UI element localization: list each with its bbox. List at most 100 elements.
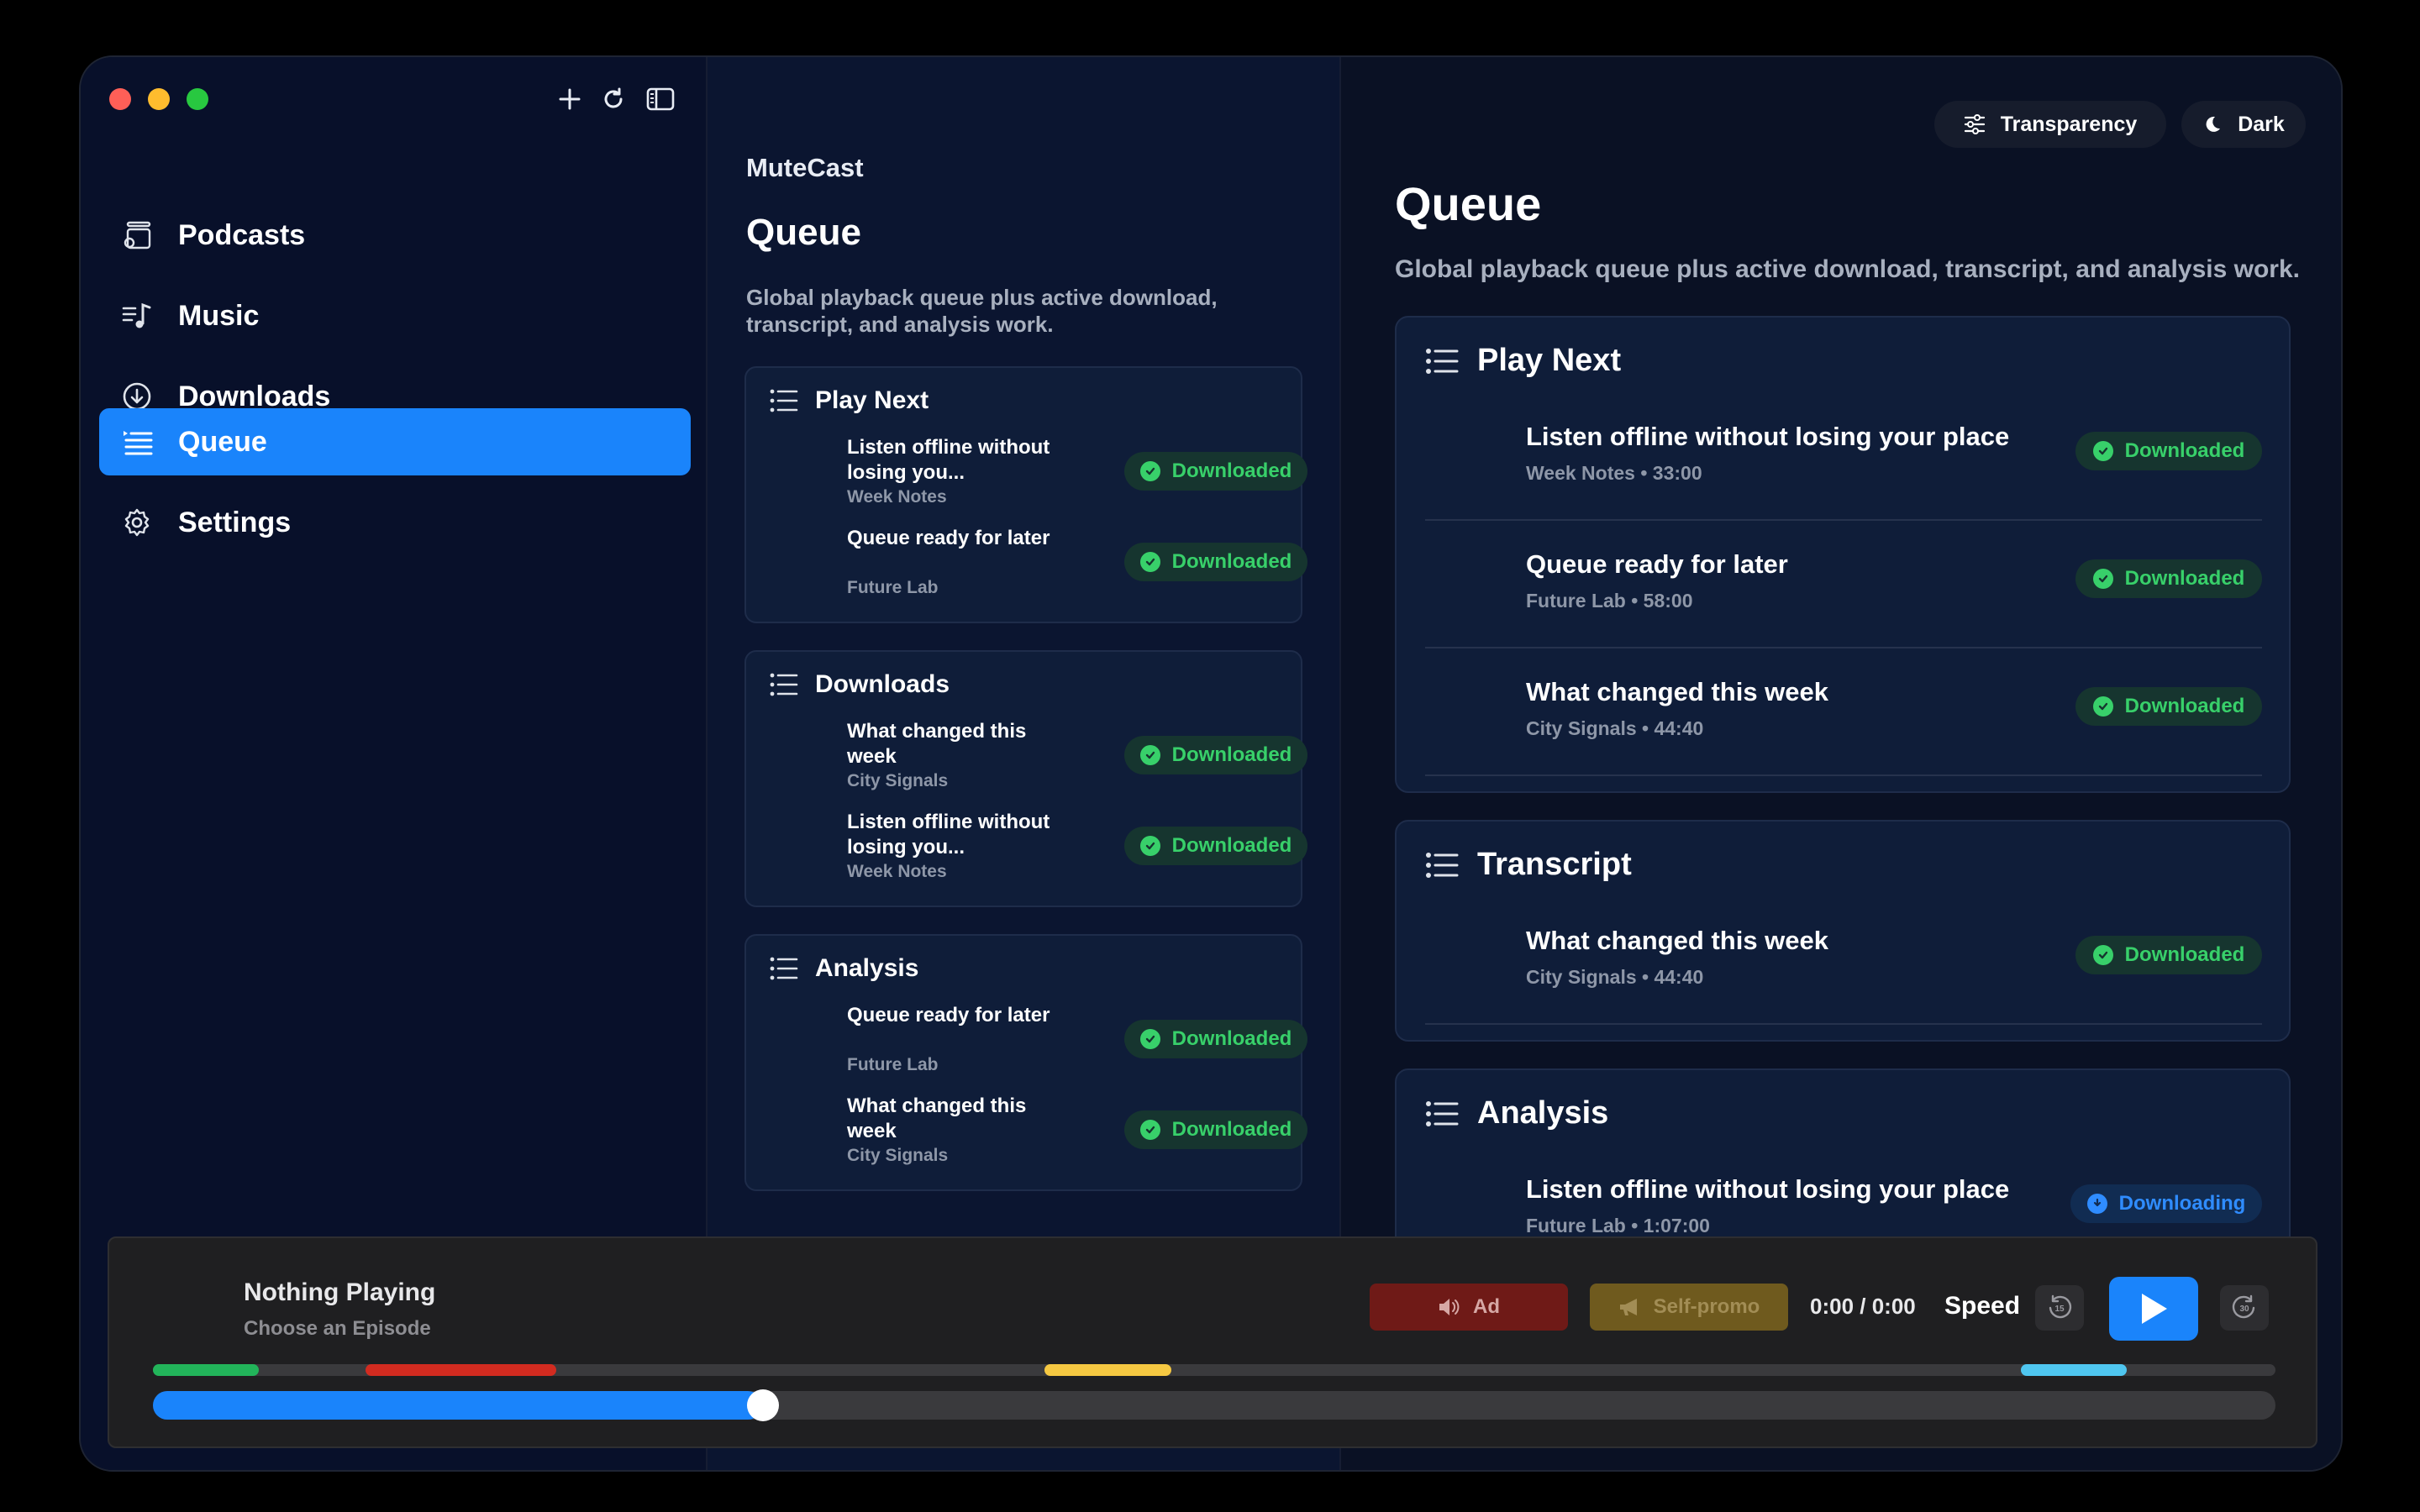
status-badge: Downloaded xyxy=(1124,452,1307,491)
status-badge: Downloaded xyxy=(1124,827,1307,865)
list-item[interactable]: Listen offline without losing you... Wee… xyxy=(746,435,1307,519)
page-description: Global playback queue plus active downlo… xyxy=(746,285,1218,337)
section-title: Analysis xyxy=(815,954,919,982)
episode-title: Listen offline without losing you... xyxy=(847,436,1050,484)
list-icon xyxy=(1426,348,1459,374)
episode-subtitle: City Signals • 44:40 xyxy=(1526,966,1704,988)
now-playing-title: Nothing Playing xyxy=(244,1278,436,1306)
list-item[interactable]: What changed this week City Signals • 44… xyxy=(1425,897,2262,1025)
section-title: Play Next xyxy=(815,386,929,414)
sidebar-item-label: Music xyxy=(178,299,260,332)
list-icon xyxy=(1426,1100,1459,1126)
checkmark-icon xyxy=(1139,1029,1160,1049)
episode-subtitle: City Signals xyxy=(847,1146,949,1165)
section-header: Play Next xyxy=(770,386,929,415)
episode-title: Listen offline without losing your place xyxy=(1526,1174,2010,1204)
status-badge: Downloading xyxy=(2070,1184,2262,1223)
checkmark-icon xyxy=(2092,569,2113,589)
page-title: Queue xyxy=(746,212,861,253)
skip-back-button[interactable]: 15 xyxy=(2035,1285,2084,1331)
list-item[interactable]: Listen offline without losing your place… xyxy=(1425,393,2262,521)
sidebar-item-podcasts[interactable]: Podcasts xyxy=(99,202,691,269)
episode-title: Queue ready for later xyxy=(1526,549,1788,579)
episode-subtitle: Week Notes xyxy=(847,487,947,507)
segment-marker xyxy=(365,1364,556,1376)
episode-subtitle: Future Lab xyxy=(847,578,939,597)
sidebar-item-label: Settings xyxy=(178,506,292,538)
page-description: Global playback queue plus active downlo… xyxy=(1395,255,2300,283)
progress-knob[interactable] xyxy=(747,1389,780,1421)
sidebar-toggle-icon[interactable] xyxy=(644,82,677,116)
sidebar-item-music[interactable]: Music xyxy=(99,282,691,349)
episode-subtitle: Week Notes • 33:00 xyxy=(1526,462,1702,484)
list-item[interactable]: What changed this week City Signals • 44… xyxy=(1425,648,2262,776)
speaker-icon xyxy=(1438,1297,1461,1317)
checkmark-icon xyxy=(1139,552,1160,572)
list-item[interactable]: Queue ready for later Future Lab • 58:00… xyxy=(1425,521,2262,648)
episode-title: Queue ready for later xyxy=(847,1004,1050,1026)
status-badge: Downloaded xyxy=(1124,736,1307,774)
playback-time: 0:00 / 0:00 xyxy=(1810,1294,1916,1319)
section-card-transcript: Transcript What changed this week City S… xyxy=(1395,820,2291,1042)
minimize-window-button[interactable] xyxy=(148,88,170,110)
section-header: Transcript xyxy=(1425,847,1632,883)
progress-slider[interactable] xyxy=(153,1389,2275,1421)
transparency-button[interactable]: Transparency xyxy=(1934,101,2166,148)
episode-subtitle: Future Lab • 58:00 xyxy=(1526,590,1693,612)
music-icon xyxy=(121,300,153,332)
section-header: Play Next xyxy=(1425,343,1621,379)
checkmark-icon xyxy=(2092,696,2113,717)
list-item[interactable]: What changed this week City Signals Down… xyxy=(746,719,1307,803)
sidebar-item-queue[interactable]: Queue xyxy=(99,408,691,475)
play-button[interactable] xyxy=(2109,1277,2198,1341)
checkmark-icon xyxy=(1139,461,1160,481)
skip-ad-button[interactable]: Ad xyxy=(1370,1284,1568,1331)
refresh-icon[interactable] xyxy=(597,82,630,116)
player-bar: Nothing Playing Choose an Episode Ad Sel… xyxy=(108,1236,2317,1448)
episode-subtitle: Future Lab • 1:07:00 xyxy=(1526,1215,1710,1236)
segment-track xyxy=(153,1364,2275,1376)
segment-marker xyxy=(153,1364,260,1376)
sliders-icon xyxy=(1964,114,1986,134)
status-badge: Downloaded xyxy=(1124,543,1307,581)
zoom-window-button[interactable] xyxy=(187,88,208,110)
queue-icon xyxy=(121,426,153,458)
skip-self-promo-button[interactable]: Self-promo xyxy=(1590,1284,1788,1331)
episode-subtitle: Future Lab xyxy=(847,1055,939,1074)
megaphone-icon xyxy=(1618,1297,1642,1317)
list-icon xyxy=(770,957,798,980)
list-item[interactable]: Queue ready for later Future Lab Downloa… xyxy=(746,526,1307,610)
gear-icon xyxy=(121,507,153,538)
checkmark-icon xyxy=(1139,836,1160,856)
sidebar-item-settings[interactable]: Settings xyxy=(99,489,691,556)
status-badge: Downloaded xyxy=(2075,432,2262,470)
list-item[interactable]: What changed this week City Signals Down… xyxy=(746,1094,1307,1178)
play-icon xyxy=(2142,1294,2167,1324)
status-badge: Downloaded xyxy=(2075,936,2262,974)
page-title: Queue xyxy=(1395,177,1542,230)
list-icon xyxy=(770,673,798,696)
list-item[interactable]: Listen offline without losing you... Wee… xyxy=(746,810,1307,894)
now-playing-subtitle: Choose an Episode xyxy=(244,1317,431,1340)
app-title: MuteCast xyxy=(746,153,864,182)
list-item[interactable]: Queue ready for later Future Lab Downloa… xyxy=(746,1003,1307,1087)
skip-forward-button[interactable]: 30 xyxy=(2220,1285,2269,1331)
dark-mode-button[interactable]: Dark xyxy=(2181,101,2306,148)
section-card-analysis: Analysis Queue ready for later Future La… xyxy=(744,934,1307,1191)
episode-title: Listen offline without losing your place xyxy=(1526,422,2010,451)
svg-text:30: 30 xyxy=(2239,1305,2249,1314)
add-icon[interactable] xyxy=(553,82,587,116)
sidebar-item-label: Podcasts xyxy=(178,218,306,251)
progress-fill xyxy=(153,1391,763,1420)
section-title: Downloads xyxy=(815,670,950,698)
skip-forward-icon: 30 xyxy=(2232,1294,2255,1319)
list-icon xyxy=(770,389,798,412)
sidebar-item-label: Queue xyxy=(178,425,267,458)
segment-marker xyxy=(1044,1364,1172,1376)
episode-title: What changed this week xyxy=(1526,677,1829,706)
skip-back-icon: 15 xyxy=(2049,1294,2072,1319)
section-title: Analysis xyxy=(1477,1095,1609,1131)
close-window-button[interactable] xyxy=(109,88,131,110)
speed-button[interactable]: Speed xyxy=(1944,1292,2020,1320)
section-card-downloads: Downloads What changed this week City Si… xyxy=(744,650,1307,907)
